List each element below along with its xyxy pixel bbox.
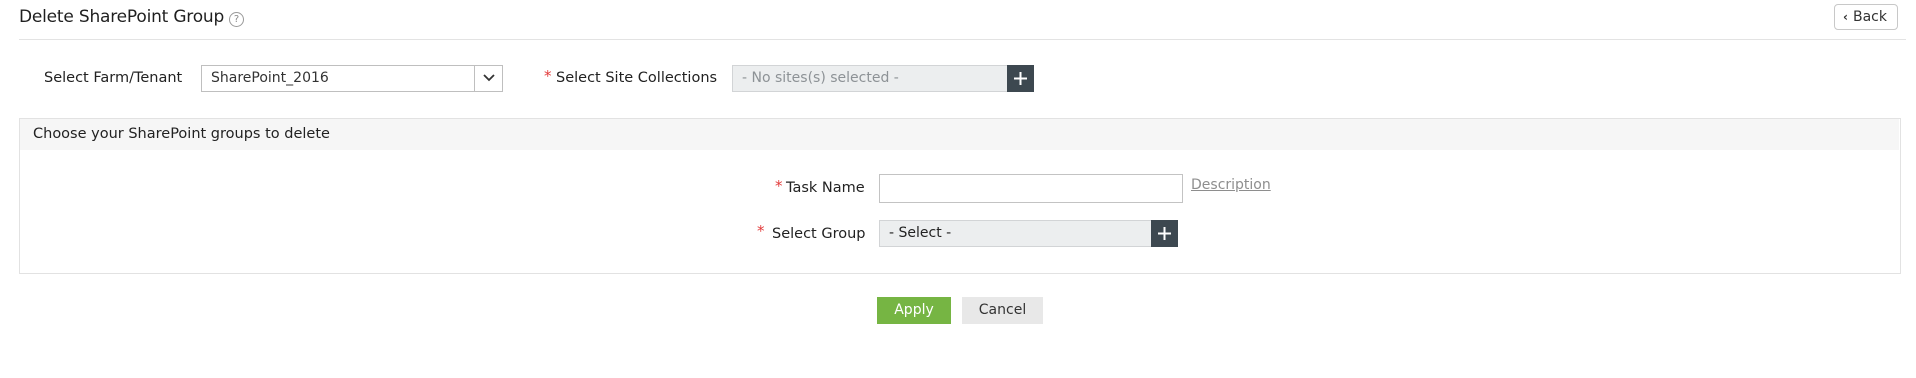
required-asterisk: * — [544, 67, 552, 85]
select-group-label: Select Group — [772, 226, 866, 242]
required-asterisk: * — [757, 222, 765, 240]
back-label: Back — [1853, 9, 1887, 25]
select-group-value: - Select - — [889, 225, 952, 241]
cancel-button[interactable]: Cancel — [962, 297, 1043, 324]
site-collections-placeholder: - No sites(s) selected - — [742, 70, 899, 86]
plus-icon — [1158, 227, 1171, 240]
select-group-field[interactable]: - Select - — [879, 220, 1153, 247]
add-site-collections-button[interactable] — [1007, 65, 1034, 92]
chevron-left-icon: ‹ — [1843, 10, 1848, 24]
site-collections-field[interactable]: - No sites(s) selected - — [732, 65, 1009, 92]
plus-icon — [1014, 72, 1027, 85]
task-name-label: Task Name — [786, 180, 865, 196]
page-title: Delete SharePoint Group — [19, 7, 225, 27]
chevron-down-icon[interactable] — [474, 66, 502, 91]
header-divider — [19, 39, 1906, 40]
apply-button[interactable]: Apply — [877, 297, 951, 324]
task-name-input[interactable] — [879, 174, 1183, 203]
required-asterisk: * — [775, 177, 783, 195]
help-icon[interactable]: ? — [229, 12, 244, 27]
farm-tenant-label: Select Farm/Tenant — [44, 70, 183, 86]
farm-tenant-select[interactable]: SharePoint_2016 — [201, 65, 503, 92]
add-group-button[interactable] — [1151, 220, 1178, 247]
panel-title: Choose your SharePoint groups to delete — [33, 126, 330, 142]
site-collections-label: Select Site Collections — [556, 70, 718, 86]
description-link[interactable]: Description — [1191, 177, 1271, 193]
back-button[interactable]: ‹ Back — [1834, 4, 1898, 30]
farm-tenant-value: SharePoint_2016 — [211, 70, 329, 86]
